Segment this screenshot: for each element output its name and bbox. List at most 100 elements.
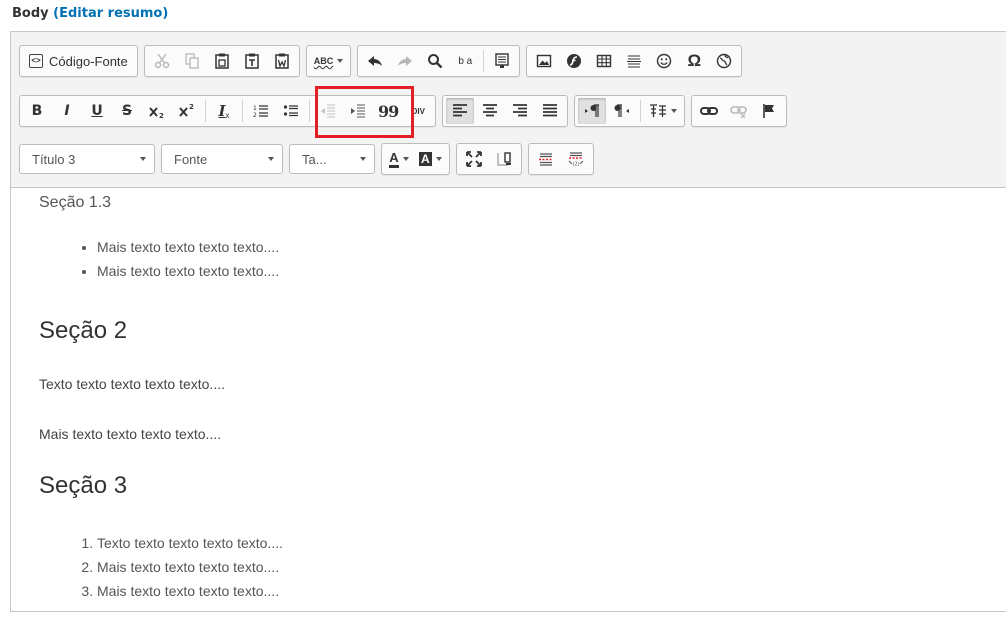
copy-button[interactable] xyxy=(178,48,206,74)
teaser-break-button[interactable]: ɪ2ɪ xyxy=(562,146,590,172)
ltr-button[interactable] xyxy=(578,98,607,124)
basic-styles-group: B I U S 2 2 I x 12 99 DIV xyxy=(19,95,437,127)
flash-button[interactable] xyxy=(560,48,588,74)
cut-button[interactable] xyxy=(148,48,176,74)
source-code-button[interactable]: <> Código-Fonte xyxy=(23,48,134,74)
page-break-group: ɪ2ɪ xyxy=(527,143,594,175)
links-group xyxy=(691,95,788,127)
subscript-button[interactable]: 2 xyxy=(143,98,171,124)
numbered-list-button[interactable]: 12 xyxy=(247,98,275,124)
templates-button[interactable] xyxy=(488,48,516,74)
superscript-icon: 2 xyxy=(179,103,194,117)
bold-button[interactable]: B xyxy=(23,98,51,124)
remove-format-button[interactable]: I x xyxy=(210,98,238,124)
clipboard-group xyxy=(143,45,300,77)
indent-button[interactable] xyxy=(344,98,372,124)
editor-bottom-border xyxy=(11,611,1006,612)
create-div-icon: DIV xyxy=(411,106,425,116)
paste-text-icon xyxy=(245,53,259,69)
image-button[interactable] xyxy=(530,48,558,74)
omega-icon: Ω xyxy=(687,51,702,70)
align-left-icon xyxy=(453,104,468,117)
tools-group xyxy=(455,143,522,175)
smiley-button[interactable] xyxy=(650,48,678,74)
editor-toolbar: <> Código-Fonte ABC b a Ω B I U S 2 2 I … xyxy=(11,32,1006,188)
chevron-down-icon xyxy=(268,157,274,161)
justify-icon xyxy=(543,104,558,117)
link-icon xyxy=(700,107,719,115)
chevron-down-icon xyxy=(671,109,678,113)
format-combo[interactable]: Título 3 xyxy=(19,144,155,174)
toolbar-separator xyxy=(483,50,485,72)
replace-button[interactable]: b a xyxy=(451,48,479,74)
search-icon xyxy=(428,54,443,69)
globe-icon xyxy=(717,53,732,69)
font-combo[interactable]: Fonte xyxy=(161,144,283,174)
maximize-button[interactable] xyxy=(460,146,488,172)
align-left-button[interactable] xyxy=(446,98,475,124)
link-button[interactable] xyxy=(695,98,723,124)
list-item: Mais texto texto texto texto.... xyxy=(97,579,283,603)
show-blocks-button[interactable] xyxy=(490,146,518,172)
text-color-button[interactable]: A xyxy=(385,146,413,172)
language-icon xyxy=(650,104,667,117)
svg-text:ɪ2ɪ: ɪ2ɪ xyxy=(572,162,579,168)
horizontal-rule-button[interactable] xyxy=(620,48,648,74)
iframe-button[interactable] xyxy=(710,48,738,74)
page-break-icon xyxy=(538,153,553,166)
spellcheck-button[interactable]: ABC xyxy=(310,48,348,74)
flash-icon xyxy=(567,54,582,68)
numbered-list-icon: 12 xyxy=(253,105,268,119)
anchor-button[interactable] xyxy=(755,98,783,124)
rich-text-editor: <> Código-Fonte ABC b a Ω B I U S 2 2 I … xyxy=(10,31,1006,612)
blockquote-button[interactable]: 99 xyxy=(374,98,402,124)
bidi-group xyxy=(574,95,686,127)
toolbar-row-3: Título 3 Fonte Ta... A A ɪ2ɪ xyxy=(19,142,600,176)
toolbar-row-2: B I U S 2 2 I x 12 99 DIV xyxy=(19,94,793,128)
special-char-button[interactable]: Ω xyxy=(680,48,708,74)
align-center-button[interactable] xyxy=(476,98,504,124)
find-button[interactable] xyxy=(421,48,449,74)
background-color-button[interactable]: A xyxy=(415,146,446,172)
size-combo[interactable]: Ta... xyxy=(289,144,375,174)
undo-button[interactable] xyxy=(361,48,389,74)
italic-button[interactable]: I xyxy=(53,98,81,124)
create-div-button[interactable]: DIV xyxy=(404,98,432,124)
align-right-button[interactable] xyxy=(506,98,534,124)
bulleted-list-button[interactable] xyxy=(277,98,305,124)
superscript-button[interactable]: 2 xyxy=(173,98,201,124)
paste-word-icon xyxy=(275,53,289,69)
underline-button[interactable]: U xyxy=(83,98,111,124)
paste-button[interactable] xyxy=(208,48,236,74)
language-button[interactable] xyxy=(645,98,681,124)
chevron-down-icon xyxy=(435,157,442,161)
strikethrough-button[interactable]: S xyxy=(113,98,141,124)
templates-icon xyxy=(495,53,509,68)
unlink-icon xyxy=(730,106,748,119)
justify-button[interactable] xyxy=(536,98,564,124)
edit-summary-link[interactable]: (Editar resumo) xyxy=(53,6,168,21)
rtl-button[interactable] xyxy=(608,98,636,124)
page-break-button[interactable] xyxy=(532,146,560,172)
teaser-break-icon: ɪ2ɪ xyxy=(568,152,584,168)
spellcheck-group: ABC xyxy=(305,45,352,77)
paste-word-button[interactable] xyxy=(268,48,296,74)
source-code-icon: <> xyxy=(29,54,43,68)
toolbar-separator xyxy=(640,100,642,122)
image-icon xyxy=(537,54,552,68)
section-3-heading: Seção 3 xyxy=(39,472,128,499)
field-label-text: Body xyxy=(12,6,49,21)
unlink-button[interactable] xyxy=(725,98,753,124)
bullet-list: Mais texto texto texto texto.... Mais te… xyxy=(55,235,279,283)
redo-button[interactable] xyxy=(391,48,419,74)
ltr-icon xyxy=(585,104,600,117)
outdent-button[interactable] xyxy=(314,98,342,124)
paste-text-button[interactable] xyxy=(238,48,266,74)
chevron-down-icon xyxy=(140,157,146,161)
table-button[interactable] xyxy=(590,48,618,74)
paragraph: Mais texto texto texto texto.... xyxy=(39,426,222,442)
remove-format-icon: I xyxy=(218,102,226,120)
rtl-icon xyxy=(614,104,630,117)
size-combo-value: Ta... xyxy=(302,151,327,167)
paragraph: Texto texto texto texto texto.... xyxy=(39,376,225,392)
